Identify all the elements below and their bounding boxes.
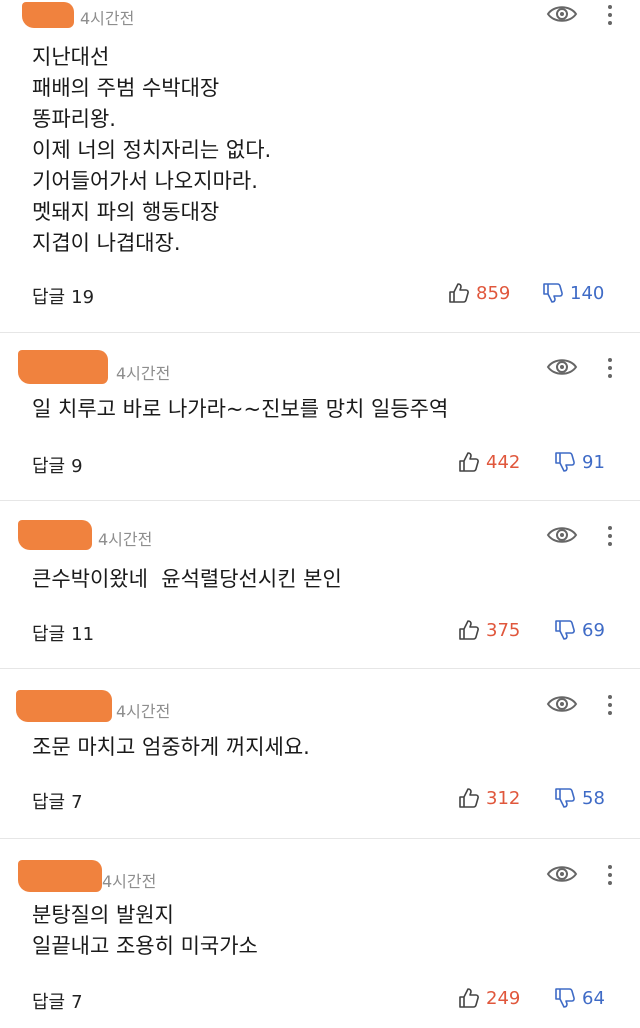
comment-line: 지겹이 나겹대장. xyxy=(32,231,181,255)
author-redacted xyxy=(18,860,102,892)
dislike-button[interactable]: 69 xyxy=(554,619,605,641)
comment-item: 4시간전 분탕질의 발원지일끝내고 조용히 미국가소 답글 7 249 64 xyxy=(0,838,640,1028)
reply-count: 11 xyxy=(71,624,95,645)
comment-line: 일끝내고 조용히 미국가소 xyxy=(32,934,258,958)
author-redacted xyxy=(18,520,92,550)
more-vertical-icon[interactable] xyxy=(606,694,614,716)
reply-button[interactable]: 답글 19 xyxy=(32,283,94,309)
comment-item: 4시간전 일 치루고 바로 나가라~~진보를 망치 일등주역 답글 9 442 9… xyxy=(0,332,640,501)
reply-button[interactable]: 답글 7 xyxy=(32,788,83,814)
author-redacted xyxy=(22,2,74,28)
thumbs-up-icon xyxy=(459,788,479,808)
comment-line: 멧돼지 파의 행동대장 xyxy=(32,200,220,224)
eye-icon[interactable] xyxy=(546,524,578,546)
comment-body: 지난대선패배의 주범 수박대장똥파리왕. 이제 너의 정치자리는 없다. 기어들어가… xyxy=(32,42,271,259)
eye-icon[interactable] xyxy=(546,693,578,715)
comment-line: 큰수박이왔네 윤석렬당선시킨 본인 xyxy=(32,567,342,591)
thumbs-up-icon xyxy=(449,283,469,303)
comment-line: 분탕질의 발원지 xyxy=(32,903,174,927)
comment-line: 패배의 주범 수박대장 xyxy=(32,76,220,100)
reply-count: 9 xyxy=(71,456,83,477)
thumbs-up-icon xyxy=(459,452,479,472)
comment-item: 4시간전 조문 마치고 엄중하게 꺼지세요. 답글 7 312 58 xyxy=(0,668,640,839)
comment-time: 4시간전 xyxy=(80,9,135,28)
like-button[interactable]: 442 xyxy=(458,451,520,473)
reply-count: 7 xyxy=(71,992,83,1013)
reply-label: 답글 xyxy=(32,287,66,308)
reply-label: 답글 xyxy=(32,456,66,477)
comment-body: 일 치루고 바로 나가라~~진보를 망치 일등주역 xyxy=(32,394,448,425)
like-count: 375 xyxy=(486,619,521,641)
like-count: 859 xyxy=(476,282,511,304)
author-redacted xyxy=(18,350,108,384)
dislike-button[interactable]: 91 xyxy=(554,451,605,473)
like-count: 249 xyxy=(486,987,521,1009)
more-vertical-icon[interactable] xyxy=(606,525,614,547)
comment-time: 4시간전 xyxy=(116,702,171,721)
reply-label: 답글 xyxy=(32,624,66,645)
comment-body: 분탕질의 발원지일끝내고 조용히 미국가소 xyxy=(32,900,258,962)
dislike-button[interactable]: 140 xyxy=(542,282,604,304)
comment-item: 4시간전 큰수박이왔네 윤석렬당선시킨 본인 답글 11 375 69 xyxy=(0,500,640,669)
reply-label: 답글 xyxy=(32,992,66,1013)
thumbs-up-icon xyxy=(459,620,479,640)
dislike-count: 69 xyxy=(582,619,605,641)
reply-count: 7 xyxy=(71,792,83,813)
dislike-count: 58 xyxy=(582,787,605,809)
eye-icon[interactable] xyxy=(546,3,578,25)
comment-time: 4시간전 xyxy=(98,530,153,549)
more-vertical-icon[interactable] xyxy=(606,4,614,26)
more-vertical-icon[interactable] xyxy=(606,864,614,886)
reply-count: 19 xyxy=(71,287,95,308)
like-button[interactable]: 375 xyxy=(458,619,520,641)
thumbs-down-icon xyxy=(555,988,575,1008)
dislike-count: 91 xyxy=(582,451,605,473)
comment-line: 지난대선 xyxy=(32,45,110,69)
thumbs-up-icon xyxy=(459,988,479,1008)
eye-icon[interactable] xyxy=(546,356,578,378)
like-count: 442 xyxy=(486,451,521,473)
like-button[interactable]: 249 xyxy=(458,987,520,1009)
thumbs-down-icon xyxy=(555,452,575,472)
comment-line: 조문 마치고 엄중하게 꺼지세요. xyxy=(32,735,310,759)
thumbs-down-icon xyxy=(555,788,575,808)
reply-button[interactable]: 답글 11 xyxy=(32,620,94,646)
eye-icon[interactable] xyxy=(546,863,578,885)
like-button[interactable]: 312 xyxy=(458,787,520,809)
reply-button[interactable]: 답글 7 xyxy=(32,988,83,1014)
comment-line: 이제 너의 정치자리는 없다. xyxy=(32,138,272,162)
comment-line: 일 치루고 바로 나가라~~진보를 망치 일등주역 xyxy=(32,397,449,421)
dislike-count: 140 xyxy=(570,282,605,304)
dislike-count: 64 xyxy=(582,987,605,1009)
thumbs-down-icon xyxy=(555,620,575,640)
like-button[interactable]: 859 xyxy=(448,282,510,304)
comment-time: 4시간전 xyxy=(116,364,171,383)
comment-item: 4시간전 지난대선패배의 주범 수박대장똥파리왕. 이제 너의 정치자리는 없다.… xyxy=(0,0,640,333)
reply-label: 답글 xyxy=(32,792,66,813)
comment-line: 기어들어가서 나오지마라. xyxy=(32,169,258,193)
comment-body: 큰수박이왔네 윤석렬당선시킨 본인 xyxy=(32,564,342,595)
thumbs-down-icon xyxy=(543,283,563,303)
reply-button[interactable]: 답글 9 xyxy=(32,452,83,478)
dislike-button[interactable]: 58 xyxy=(554,787,605,809)
dislike-button[interactable]: 64 xyxy=(554,987,605,1009)
like-count: 312 xyxy=(486,787,521,809)
author-redacted xyxy=(16,690,112,722)
comment-time: 4시간전 xyxy=(102,872,157,891)
comment-line: 똥파리왕. xyxy=(32,107,116,131)
comment-body: 조문 마치고 엄중하게 꺼지세요. xyxy=(32,732,310,763)
more-vertical-icon[interactable] xyxy=(606,357,614,379)
